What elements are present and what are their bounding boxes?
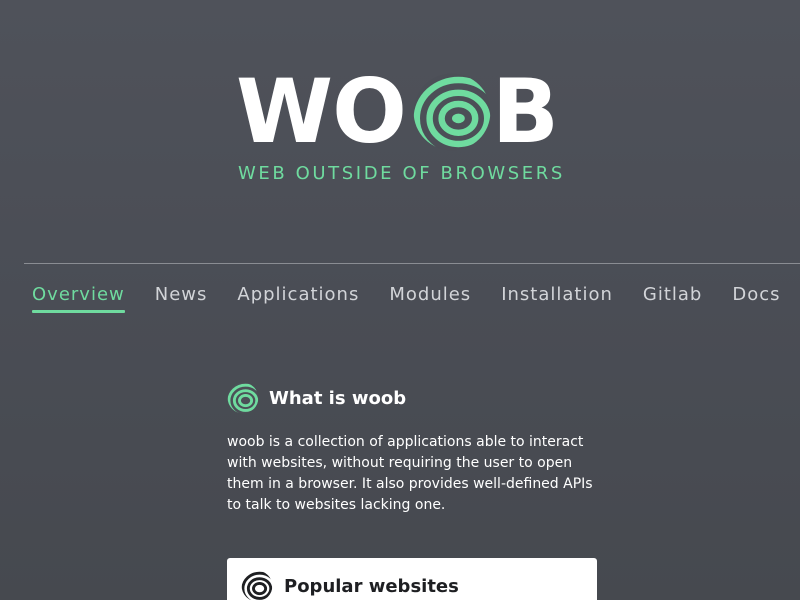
about-section: What is woob woob is a collection of app… [227,382,599,530]
nav-item-overview[interactable]: Overview [32,284,125,313]
popular-websites-card: Popular websites [227,558,597,600]
woob-logo[interactable]: WO B [236,60,559,163]
striped-globe-icon [413,73,491,151]
nav-item-docs[interactable]: Docs [732,284,780,311]
nav-item-applications[interactable]: Applications [237,284,359,311]
site-header: WO B WEB OUTSIDE OF BROWSERS [0,0,800,200]
nav-item-news[interactable]: News [155,284,208,311]
nav-divider [24,263,800,264]
popular-websites-title: Popular websites [284,575,459,597]
nav-item-installation[interactable]: Installation [501,284,613,311]
about-title: What is woob [269,387,407,409]
about-section-header: What is woob [227,382,599,414]
logo-text-start: WO [236,60,407,163]
nav-item-modules[interactable]: Modules [389,284,471,311]
logo-text-end: B [491,60,559,163]
striped-globe-icon [227,382,259,414]
tagline: WEB OUTSIDE OF BROWSERS [238,163,565,184]
about-description: woob is a collection of applications abl… [227,434,593,513]
striped-globe-icon [241,570,273,600]
nav-item-gitlab[interactable]: Gitlab [643,284,702,311]
popular-websites-header: Popular websites [241,570,459,600]
main-nav: Overview News Applications Modules Insta… [32,284,800,313]
